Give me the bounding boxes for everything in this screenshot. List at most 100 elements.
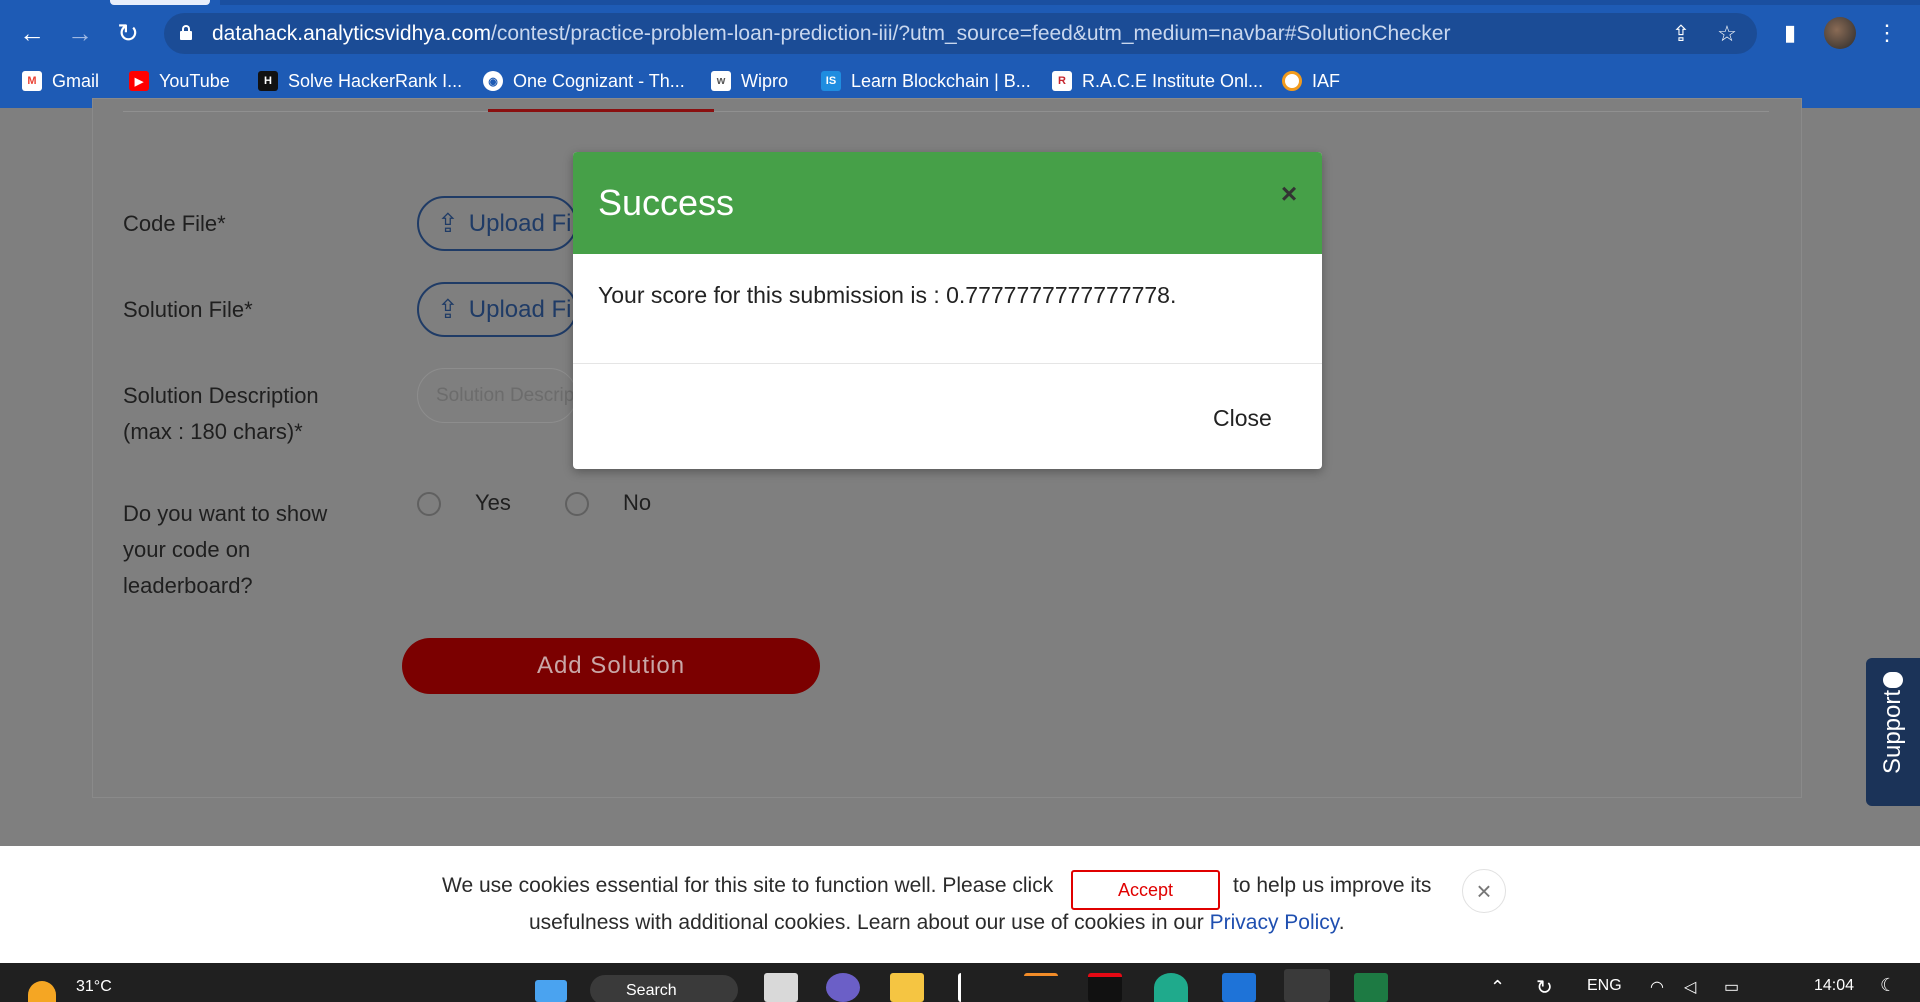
- cookie-text-3: usefulness with additional cookies. Lear…: [529, 911, 1204, 934]
- bookmark-label: Learn Blockchain | B...: [851, 70, 1031, 91]
- code-file-upload-button[interactable]: ⇪ Upload File: [417, 196, 577, 251]
- success-modal: Success × Your score for this submission…: [573, 152, 1322, 469]
- url-path: /contest/practice-problem-loan-predictio…: [490, 22, 1451, 45]
- url-host: datahack.analyticsvidhya.com: [212, 22, 491, 45]
- battery-icon[interactable]: ▭: [1724, 977, 1739, 997]
- share-icon[interactable]: ⇪: [1667, 20, 1695, 48]
- modal-close-icon[interactable]: ×: [1273, 178, 1305, 210]
- support-tab[interactable]: Support: [1866, 658, 1920, 806]
- bookmark-learn-blockchain[interactable]: IS Learn Blockchain | B...: [821, 68, 1031, 94]
- hackerrank-icon: H: [258, 71, 278, 91]
- show-code-no-radio[interactable]: [565, 492, 589, 516]
- bookmark-one-cognizant[interactable]: ◉ One Cognizant - Th...: [483, 68, 685, 94]
- solution-description-input[interactable]: Solution Description: [417, 368, 577, 423]
- back-button[interactable]: ←: [14, 15, 50, 51]
- lock-icon: [180, 25, 192, 40]
- task-view-icon[interactable]: [764, 973, 798, 1002]
- search-label: Search: [626, 982, 677, 999]
- anaconda-icon[interactable]: [1024, 973, 1058, 1002]
- add-solution-button[interactable]: Add Solution: [402, 638, 820, 694]
- bookmark-label: One Cognizant - Th...: [513, 70, 685, 91]
- cookie-close-icon[interactable]: ×: [1462, 869, 1506, 913]
- is-icon: IS: [821, 71, 841, 91]
- tray-chevron-icon[interactable]: ⌃: [1490, 977, 1505, 998]
- bookmark-label: R.A.C.E Institute Onl...: [1082, 70, 1264, 91]
- language-indicator[interactable]: ENG: [1587, 977, 1622, 995]
- solution-file-label: Solution File*: [123, 297, 253, 322]
- app-icon[interactable]: [958, 973, 992, 1002]
- weather-temp[interactable]: 31°C: [76, 978, 112, 996]
- teams-icon[interactable]: [826, 973, 860, 1002]
- netflix-icon[interactable]: [1088, 973, 1122, 1002]
- notification-icon[interactable]: ☾: [1880, 975, 1896, 996]
- weather-icon[interactable]: [28, 981, 56, 1002]
- bookmark-hackerrank[interactable]: H Solve HackerRank I...: [258, 68, 462, 94]
- bookmark-youtube[interactable]: ▶ YouTube: [129, 68, 230, 94]
- bookmark-iaf[interactable]: IAF: [1282, 68, 1340, 94]
- bookmark-star-icon[interactable]: ☆: [1713, 20, 1741, 48]
- edge-icon[interactable]: [1154, 973, 1188, 1002]
- card-divider: [123, 111, 1769, 112]
- show-code-label-line1: Do you want to show: [123, 501, 328, 526]
- modal-divider: [573, 363, 1322, 364]
- show-code-yes-radio[interactable]: [417, 492, 441, 516]
- yes-label: Yes: [475, 490, 511, 515]
- bookmark-label: IAF: [1312, 70, 1341, 91]
- cookie-text-line2: usefulness with additional cookies. Lear…: [529, 911, 1345, 935]
- clock-time[interactable]: 14:04: [1814, 977, 1854, 995]
- bookmark-gmail[interactable]: M Gmail: [22, 68, 99, 94]
- upload-label: Upload File: [468, 209, 575, 237]
- description-label-line2: (max : 180 chars)*: [123, 419, 303, 444]
- url-text[interactable]: datahack.analyticsvidhya.com/contest/pra…: [212, 22, 1450, 46]
- support-label: Support: [1879, 689, 1906, 775]
- modal-close-button[interactable]: Close: [1213, 400, 1313, 436]
- bookmark-race-institute[interactable]: R R.A.C.E Institute Onl...: [1052, 68, 1263, 94]
- chrome-icon[interactable]: [1284, 969, 1330, 1002]
- bookmark-wipro[interactable]: w Wipro: [711, 68, 788, 94]
- accept-cookies-button[interactable]: Accept: [1071, 870, 1220, 910]
- wifi-icon[interactable]: ◠: [1650, 977, 1664, 997]
- bookmark-label: Gmail: [52, 70, 100, 91]
- modal-title: Success: [598, 182, 735, 223]
- bookmarks-bar: M Gmail ▶ YouTube H Solve HackerRank I... ◉…: [0, 64, 1920, 98]
- excel-icon[interactable]: [1354, 973, 1388, 1002]
- globe-icon: ◉: [483, 71, 503, 91]
- file-explorer-icon[interactable]: [890, 973, 924, 1002]
- profile-avatar[interactable]: [1824, 17, 1856, 49]
- description-label-line1: Solution Description: [123, 383, 319, 408]
- score-message: Your score for this submission is : 0.77…: [598, 282, 1177, 308]
- upload-label: Upload File: [468, 295, 575, 323]
- mail-icon[interactable]: [1222, 973, 1256, 1002]
- tab-strip: [220, 0, 1920, 5]
- bookmark-label: Solve HackerRank I...: [288, 70, 463, 91]
- windows-start-icon[interactable]: [535, 980, 567, 1002]
- bookmark-label: YouTube: [159, 70, 230, 91]
- code-file-label: Code File*: [123, 211, 226, 236]
- address-bar[interactable]: datahack.analyticsvidhya.com/contest/pra…: [164, 13, 1757, 54]
- upload-icon: ⇪: [437, 208, 459, 238]
- volume-icon[interactable]: ◁: [1684, 977, 1696, 997]
- reload-button[interactable]: ↻: [110, 15, 146, 51]
- cookie-period: .: [1338, 911, 1345, 934]
- race-icon: R: [1052, 71, 1072, 91]
- gmail-icon: M: [22, 71, 42, 91]
- no-label: No: [623, 490, 652, 515]
- browser-menu-icon[interactable]: ⋮: [1871, 17, 1903, 49]
- modal-header: Success ×: [573, 152, 1322, 254]
- taskbar: 31°C Search ⌃ ↻ ENG ◠ ◁ ▭ 14:04 ☾: [0, 963, 1920, 1002]
- upload-icon: ⇪: [437, 294, 459, 324]
- taskbar-search[interactable]: Search: [590, 975, 738, 1002]
- cookie-banner: We use cookies essential for this site t…: [0, 846, 1920, 963]
- solution-file-upload-button[interactable]: ⇪ Upload File: [417, 282, 577, 337]
- sync-icon[interactable]: ↻: [1536, 975, 1553, 1000]
- cookie-text-2: to help us improve its: [1233, 874, 1432, 897]
- side-panel-icon[interactable]: ▮: [1774, 17, 1806, 49]
- bookmark-label: Wipro: [741, 70, 789, 91]
- privacy-policy-link[interactable]: Privacy Policy: [1210, 911, 1339, 934]
- wipro-icon: w: [711, 71, 731, 91]
- cookie-text-1: We use cookies essential for this site t…: [442, 874, 1054, 897]
- active-tab-indicator: [488, 109, 714, 112]
- forward-button[interactable]: →: [62, 15, 98, 51]
- iaf-icon: [1282, 71, 1302, 91]
- show-code-label-line2: your code on: [123, 537, 251, 562]
